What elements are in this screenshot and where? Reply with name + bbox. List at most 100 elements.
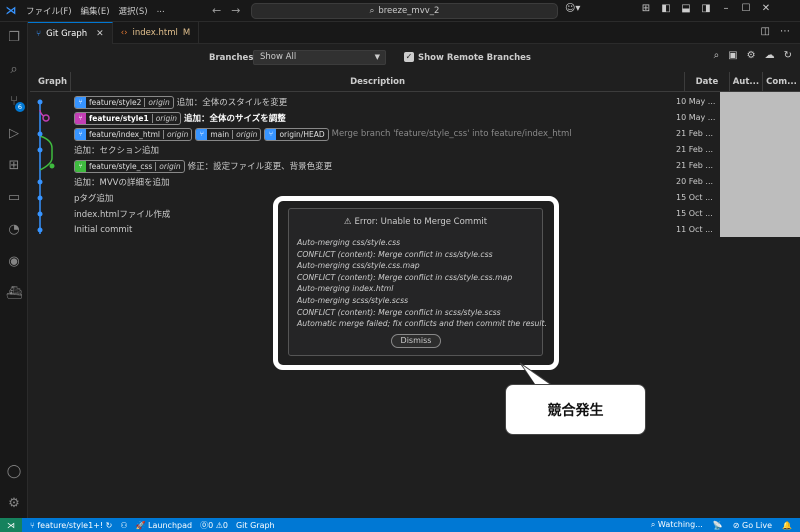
- branch-ref-tag[interactable]: ⑂ feature/index_html origin: [74, 127, 193, 141]
- menu-more[interactable]: ...: [157, 5, 165, 17]
- dialog-line: Auto-merging css/style.css.map: [297, 261, 420, 271]
- manage-gear-icon[interactable]: ⚙: [0, 492, 28, 514]
- commit-message: 追加：MVVの詳細を追加: [74, 178, 170, 188]
- dialog-line: Auto-merging scss/style.scss: [297, 295, 409, 305]
- branch-icon: ⑂: [196, 128, 208, 140]
- extensions-icon[interactable]: ⊞: [0, 154, 28, 176]
- table-row[interactable]: ⑂ feature/index_html origin ⑂ main origin ⑂ ori…: [30, 126, 800, 142]
- tab-label: index.html: [132, 28, 178, 38]
- dialog-line: Automatic merge failed; fix conflicts an…: [297, 319, 547, 329]
- table-row[interactable]: 追加：セクション追加 21 Feb ...: [30, 142, 800, 158]
- maximize-icon[interactable]: ☐: [740, 3, 752, 14]
- command-center-search[interactable]: ⌕ breeze_mvv_2: [251, 3, 558, 19]
- branches-value: Show All: [260, 52, 297, 62]
- watching-status[interactable]: ⌕ Watching...: [651, 520, 703, 530]
- more-actions-icon[interactable]: ⋯: [780, 26, 790, 37]
- commit-date: 11 Oct ...: [676, 225, 713, 234]
- menu-selection[interactable]: 選択(S): [119, 5, 148, 17]
- customize-layout-icon[interactable]: ⊞: [640, 3, 652, 14]
- table-row[interactable]: ⑂ feature/style2 origin 追加：全体のスタイルを変更 10 May…: [30, 94, 800, 110]
- branch-ref-tag[interactable]: ⑂ feature/style1 origin: [74, 111, 182, 125]
- branch-ref-tag[interactable]: ⑂ main origin: [195, 127, 262, 141]
- commit-message: index.htmlファイル作成: [74, 210, 171, 220]
- commit-message: 追加：全体のスタイルを変更: [176, 98, 288, 108]
- terminal-icon[interactable]: ▣: [728, 50, 737, 61]
- toggle-sidebar-icon[interactable]: ◧: [660, 3, 672, 14]
- dialog-line: Auto-merging index.html: [297, 284, 394, 294]
- show-remote-checkbox[interactable]: ✓: [404, 52, 414, 62]
- header-description[interactable]: Description: [71, 72, 685, 91]
- modified-indicator: M: [182, 28, 191, 38]
- commit-message: 追加：セクション追加: [74, 146, 160, 156]
- timeline-icon[interactable]: ◔: [0, 218, 28, 240]
- dialog-title: ⚠ Error: Unable to Merge Commit: [343, 217, 488, 227]
- account-icon[interactable]: ◯: [0, 460, 28, 482]
- sync-icon[interactable]: ⚇: [120, 521, 127, 530]
- branches-label: Branches:: [209, 53, 257, 63]
- broadcast-icon[interactable]: 📡: [713, 521, 723, 530]
- table-row[interactable]: 追加：MVVの詳細を追加 20 Feb ...: [30, 174, 800, 190]
- remote-explorer-icon[interactable]: ▭: [0, 186, 28, 208]
- header-graph[interactable]: Graph: [30, 72, 72, 91]
- commit-date: 10 May ...: [676, 113, 716, 122]
- go-live-status[interactable]: ⊘ Go Live: [733, 521, 772, 530]
- docker-icon[interactable]: ⛴: [0, 282, 28, 304]
- header-author[interactable]: Aut...: [730, 72, 763, 91]
- commit-table: Graph Description Date Aut... Com... ⑂ fe…: [30, 72, 800, 237]
- commit-date: 10 May ...: [676, 97, 716, 106]
- branch-ref-tag[interactable]: ⑂ feature/style2 origin: [74, 95, 174, 109]
- status-right: ⌕ Watching... 📡 ⊘ Go Live 🔔: [651, 518, 792, 532]
- search-icon: ⌕: [369, 6, 375, 16]
- commit-date: 15 Oct ...: [676, 209, 713, 218]
- minimize-icon[interactable]: –: [720, 3, 732, 14]
- git-graph-icon: ⑂: [36, 28, 42, 39]
- settings-gear-icon[interactable]: ⚙: [747, 50, 756, 61]
- commit-description: Initial commit: [74, 222, 132, 238]
- menu-file[interactable]: ファイル(F): [26, 5, 72, 17]
- problems-status[interactable]: ⓪0 ⚠0: [200, 520, 228, 531]
- table-row[interactable]: ⑂ feature/style1 origin 追加：全体のサイズを調整 10 May …: [30, 110, 800, 126]
- nav-arrows: ← →: [212, 4, 240, 17]
- git-graph-controls: Branches: Show All ▼ ✓ Show Remote Branc…: [28, 44, 800, 72]
- copilot-icon[interactable]: ☺▾: [565, 3, 580, 14]
- branches-dropdown[interactable]: Show All ▼: [253, 50, 386, 65]
- source-control-icon[interactable]: ⑂ 6: [0, 90, 28, 112]
- forward-arrow-icon[interactable]: →: [231, 4, 240, 17]
- graph-toolbar: ⌕ ▣ ⚙ ☁ ↻: [714, 50, 792, 61]
- close-window-icon[interactable]: ✕: [760, 3, 772, 14]
- search-text: breeze_mvv_2: [378, 6, 440, 16]
- show-remote-label: Show Remote Branches: [418, 53, 531, 63]
- fetch-cloud-icon[interactable]: ☁: [765, 50, 775, 61]
- dismiss-button[interactable]: Dismiss: [391, 334, 441, 348]
- table-row[interactable]: ⑂ feature/style_css origin 修正：設定ファイル変更、背景色変…: [30, 158, 800, 174]
- notifications-bell-icon[interactable]: 🔔: [782, 521, 792, 530]
- tab-git-graph[interactable]: ⑂ Git Graph ✕: [28, 22, 113, 44]
- remote-name: origin: [155, 161, 183, 171]
- launchpad-status[interactable]: 🚀 Launchpad: [136, 521, 193, 530]
- search-icon[interactable]: ⌕: [0, 58, 28, 80]
- refresh-icon[interactable]: ↻: [784, 50, 792, 61]
- remote-name: origin: [144, 97, 172, 107]
- menu-edit[interactable]: 編集(E): [81, 5, 110, 17]
- git-lens-icon[interactable]: ◉: [0, 250, 28, 272]
- branch-ref-tag[interactable]: ⑂ feature/style_css origin: [74, 159, 185, 173]
- explorer-icon[interactable]: ❐: [0, 26, 28, 48]
- branch-ref-tag[interactable]: ⑂ origin/HEAD: [264, 127, 329, 141]
- header-commit[interactable]: Com...: [763, 72, 800, 91]
- branch-status[interactable]: ⑂ feature/style1+! ↻: [30, 521, 112, 530]
- remote-indicator-icon[interactable]: ⋊: [0, 518, 22, 532]
- back-arrow-icon[interactable]: ←: [212, 4, 221, 17]
- menu-bar: ファイル(F) 編集(E) 選択(S) ...: [26, 5, 165, 17]
- split-editor-icon[interactable]: ◫: [761, 26, 770, 37]
- close-tab-icon[interactable]: ✕: [96, 29, 104, 39]
- header-date[interactable]: Date: [685, 72, 730, 91]
- find-icon[interactable]: ⌕: [714, 50, 720, 61]
- tab-label: Git Graph: [46, 28, 88, 39]
- toggle-panel-icon[interactable]: ⬓: [680, 3, 692, 14]
- dialog-line: CONFLICT (content): Merge conflict in sc…: [297, 307, 501, 317]
- run-debug-icon[interactable]: ▷: [0, 122, 28, 144]
- tab-index-html[interactable]: ‹› index.html M: [113, 22, 200, 44]
- toggle-secondary-sidebar-icon[interactable]: ◨: [700, 3, 712, 14]
- git-graph-status[interactable]: Git Graph: [236, 521, 275, 530]
- branch-name: feature/style2: [89, 97, 142, 107]
